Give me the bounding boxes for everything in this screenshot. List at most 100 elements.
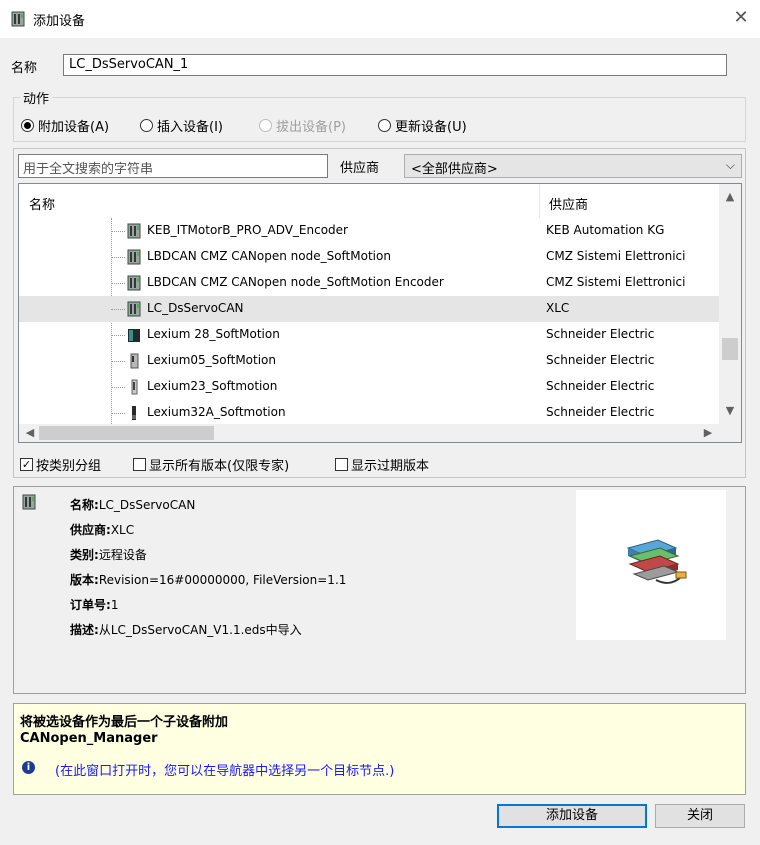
servo-drive-icon bbox=[130, 353, 139, 369]
info-key: 供应商: bbox=[70, 523, 111, 537]
device-name-input[interactable]: LC_DsServoCAN_1 bbox=[63, 54, 727, 76]
info-value: 远程设备 bbox=[98, 548, 147, 562]
radio-label: 更新设备(U) bbox=[395, 120, 467, 135]
row-vendor: Schneider Electric bbox=[546, 327, 655, 341]
info-vendor: 供应商:XLC bbox=[70, 521, 134, 538]
table-row-selected[interactable]: LC_DsServoCAN XLC bbox=[19, 296, 719, 322]
vendor-select[interactable]: <全部供应商> ⌵ bbox=[404, 154, 742, 178]
tree-connector bbox=[111, 231, 125, 232]
radio-update-device[interactable]: 更新设备(U) bbox=[378, 116, 467, 135]
name-label: 名称 bbox=[11, 61, 38, 76]
tree-connector bbox=[111, 283, 125, 284]
info-key: 版本: bbox=[70, 573, 99, 587]
scroll-down-icon[interactable]: ▼ bbox=[719, 402, 741, 420]
radio-dot bbox=[24, 122, 31, 129]
device-icon bbox=[127, 223, 141, 239]
scroll-right-icon[interactable]: ▶ bbox=[699, 424, 717, 442]
action-group-title: 动作 bbox=[20, 88, 53, 107]
column-separator[interactable] bbox=[539, 184, 540, 218]
radio-label: 附加设备(A) bbox=[38, 120, 110, 135]
info-order-number: 订单号:1 bbox=[70, 596, 118, 613]
table-row[interactable]: Lexium05_SoftMotion Schneider Electric bbox=[19, 348, 719, 374]
vertical-scrollbar[interactable]: ▲ ▼ bbox=[719, 184, 741, 424]
info-icon: i bbox=[22, 761, 35, 774]
radio-insert-device[interactable]: 插入设备(I) bbox=[140, 116, 223, 135]
device-icon bbox=[127, 301, 141, 317]
checkbox-label: 显示所有版本(仅限专家) bbox=[149, 459, 290, 474]
network-device-icon bbox=[626, 539, 687, 584]
row-vendor: KEB Automation KG bbox=[546, 223, 665, 237]
row-name: KEB_ITMotorB_PRO_ADV_Encoder bbox=[147, 223, 348, 237]
row-name: Lexium32A_Softmotion bbox=[147, 405, 286, 419]
checkbox-box bbox=[133, 458, 146, 471]
tree-connector bbox=[111, 335, 125, 336]
servo-drive-icon bbox=[132, 406, 136, 420]
info-version: 版本:Revision=16#00000000, FileVersion=1.1 bbox=[70, 571, 346, 588]
close-icon[interactable]: ✕ bbox=[732, 9, 750, 27]
info-key: 订单号: bbox=[70, 598, 111, 612]
vendor-select-value: <全部供应商> bbox=[411, 162, 498, 177]
checkbox-label: 显示过期版本 bbox=[351, 459, 430, 474]
row-name: LC_DsServoCAN bbox=[147, 301, 244, 315]
hint-message: (在此窗口打开时，您可以在导航器中选择另一个目标节点.) bbox=[55, 764, 395, 779]
info-category: 类别:远程设备 bbox=[70, 546, 147, 563]
info-value: Revision=16#00000000, FileVersion=1.1 bbox=[98, 573, 347, 587]
info-value: 1 bbox=[110, 598, 119, 612]
checkbox-box: ✓ bbox=[20, 458, 33, 471]
horizontal-scrollbar[interactable]: ◀ ▶ bbox=[19, 424, 719, 442]
row-name: LBDCAN CMZ CANopen node_SoftMotion bbox=[147, 249, 391, 263]
tree-connector bbox=[111, 309, 125, 310]
group-by-category-checkbox[interactable]: ✓ 按类别分组 bbox=[20, 455, 101, 474]
scroll-up-icon[interactable]: ▲ bbox=[719, 188, 741, 206]
radio-unplug-device: 拔出设备(P) bbox=[259, 116, 346, 135]
info-value: XLC bbox=[110, 523, 135, 537]
table-row[interactable]: Lexium32A_Softmotion Schneider Electric bbox=[19, 400, 719, 426]
search-input[interactable]: 用于全文搜索的字符串 bbox=[18, 154, 328, 178]
info-value: 从LC_DsServoCAN_V1.1.eds中导入 bbox=[98, 623, 302, 637]
checkbox-box bbox=[335, 458, 348, 471]
servo-drive-icon bbox=[131, 379, 138, 395]
info-key: 描述: bbox=[70, 623, 99, 637]
close-button[interactable]: 关闭 bbox=[655, 804, 745, 828]
scrollbar-corner bbox=[719, 424, 741, 442]
scroll-left-icon[interactable]: ◀ bbox=[21, 424, 39, 442]
info-key: 名称: bbox=[70, 498, 99, 512]
device-icon bbox=[127, 249, 141, 265]
tree-connector bbox=[111, 361, 125, 362]
row-name: Lexium23_Softmotion bbox=[147, 379, 278, 393]
tree-connector bbox=[111, 257, 125, 258]
tree-connector bbox=[111, 413, 125, 414]
row-vendor: CMZ Sistemi Elettronici bbox=[546, 275, 686, 289]
table-row[interactable]: LBDCAN CMZ CANopen node_SoftMotion CMZ S… bbox=[19, 244, 719, 270]
device-tree: 名称 供应商 KEB_ITMotorB_PRO_ADV_Encoder KEB … bbox=[18, 183, 742, 443]
radio-circle bbox=[378, 119, 391, 132]
radio-circle bbox=[21, 119, 34, 132]
row-vendor: CMZ Sistemi Elettronici bbox=[546, 249, 686, 263]
show-outdated-versions-checkbox[interactable]: 显示过期版本 bbox=[335, 455, 429, 474]
chevron-down-icon: ⌵ bbox=[725, 158, 735, 172]
table-row[interactable]: LBDCAN CMZ CANopen node_SoftMotion Encod… bbox=[19, 270, 719, 296]
row-vendor: Schneider Electric bbox=[546, 353, 655, 367]
row-vendor: XLC bbox=[546, 301, 570, 315]
table-row[interactable]: KEB_ITMotorB_PRO_ADV_Encoder KEB Automat… bbox=[19, 218, 719, 244]
row-name: Lexium 28_SoftMotion bbox=[147, 327, 280, 341]
table-row[interactable]: Lexium23_Softmotion Schneider Electric bbox=[19, 374, 719, 400]
row-name: LBDCAN CMZ CANopen node_SoftMotion Encod… bbox=[147, 275, 444, 289]
column-header-vendor[interactable]: 供应商 bbox=[549, 194, 588, 213]
device-icon bbox=[22, 494, 36, 510]
add-device-button[interactable]: 添加设备 bbox=[497, 804, 647, 828]
radio-label: 拔出设备(P) bbox=[276, 120, 346, 135]
horizontal-scroll-thumb[interactable] bbox=[39, 426, 214, 440]
checkbox-label: 按类别分组 bbox=[36, 459, 102, 474]
show-all-versions-checkbox[interactable]: 显示所有版本(仅限专家) bbox=[133, 455, 289, 474]
table-row[interactable]: Lexium 28_SoftMotion Schneider Electric bbox=[19, 322, 719, 348]
device-icon bbox=[127, 275, 141, 291]
hint-title: 将被选设备作为最后一个子设备附加 bbox=[20, 715, 229, 730]
radio-label: 插入设备(I) bbox=[157, 120, 223, 135]
hint-target-node: CANopen_Manager bbox=[20, 731, 158, 746]
device-icon bbox=[11, 11, 25, 27]
window-title: 添加设备 bbox=[33, 14, 86, 29]
radio-append-device[interactable]: 附加设备(A) bbox=[21, 116, 109, 135]
vertical-scroll-thumb[interactable] bbox=[722, 338, 738, 360]
column-header-name[interactable]: 名称 bbox=[29, 194, 55, 213]
